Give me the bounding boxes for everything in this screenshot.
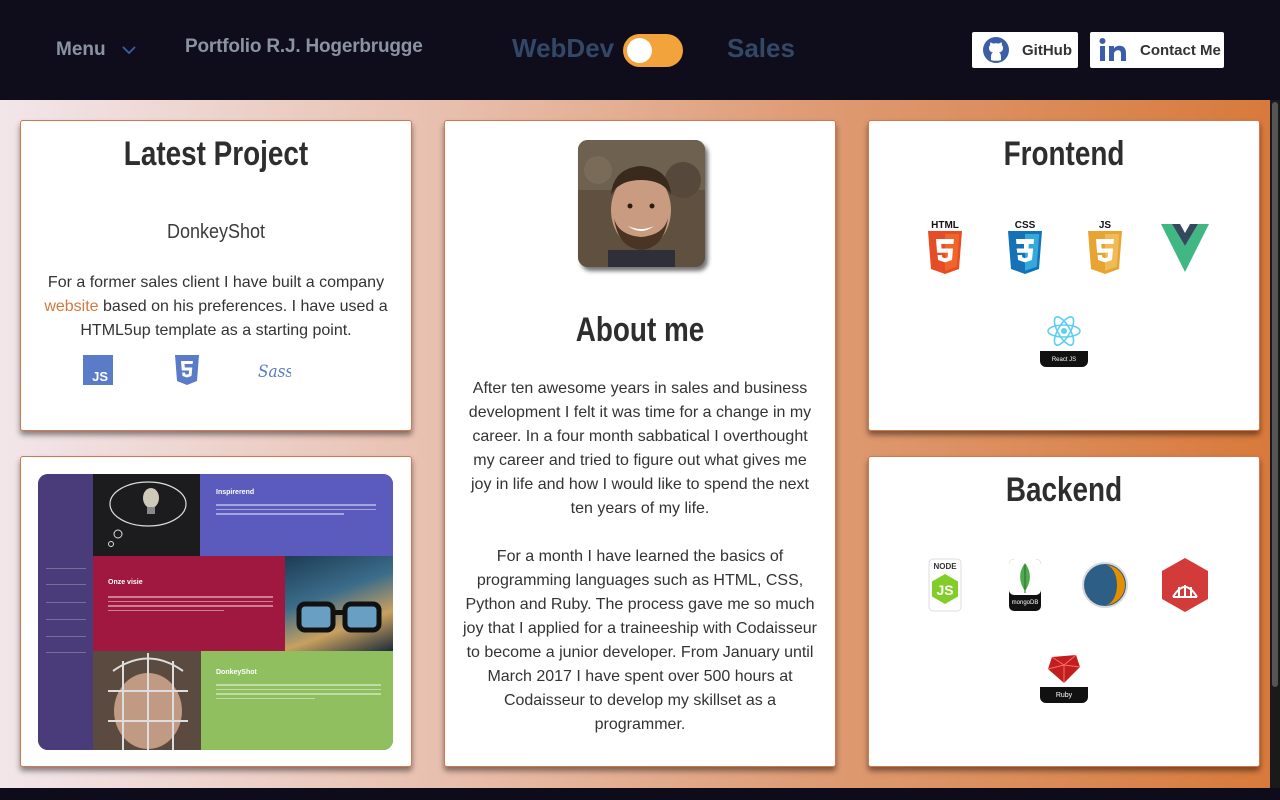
github-button[interactable]: GitHub	[972, 32, 1078, 68]
preview-block-red: Onze visie	[93, 556, 285, 651]
linkedin-icon	[1099, 38, 1126, 61]
html5-icon	[173, 355, 201, 387]
preview-hockey-photo	[93, 651, 201, 750]
preview-heading-2: Onze visie	[108, 579, 143, 586]
project-preview-image[interactable]: Inspirerend Onze visie DonkeyShot	[38, 474, 393, 750]
mysql-icon	[1077, 557, 1133, 613]
about-paragraph-2: For a month I have learned the basics of…	[463, 548, 817, 733]
project-description: For a former sales client I have built a…	[35, 271, 397, 343]
mode-webdev-label[interactable]: WebDev	[512, 33, 614, 64]
menu-button[interactable]: Menu	[56, 36, 136, 64]
project-preview-card: Inspirerend Onze visie DonkeyShot	[20, 456, 412, 767]
preview-glasses-photo	[285, 556, 393, 651]
mode-toggle[interactable]	[623, 34, 683, 67]
bottom-bar	[0, 788, 1280, 800]
svg-text:JS: JS	[936, 582, 953, 598]
mongodb-icon: mongoDB	[997, 557, 1053, 613]
rails-icon	[1157, 557, 1213, 613]
js-tech-label: JS	[92, 369, 108, 384]
frontend-card: Frontend HTML CSS JS React JS	[868, 120, 1260, 431]
project-name: DonkeyShot	[166, 221, 266, 243]
chevron-down-icon	[121, 45, 136, 54]
css-label: CSS	[1015, 220, 1036, 231]
node-label: NODE	[933, 562, 957, 571]
about-card: About me After ten awesome years in sale…	[444, 120, 836, 767]
site-title[interactable]: Portfolio R.J. Hogerbrugge	[185, 36, 423, 58]
ruby-label: Ruby	[1056, 692, 1073, 699]
latest-project-title: Latest Project	[123, 135, 309, 173]
css3-icon: CSS	[997, 219, 1053, 275]
preview-block-green: DonkeyShot	[201, 651, 393, 750]
scrollbar-thumb[interactable]	[1272, 102, 1278, 687]
menu-label: Menu	[56, 39, 106, 60]
react-label: React JS	[1052, 357, 1076, 363]
latest-project-card: Latest Project DonkeyShot For a former s…	[20, 120, 412, 431]
mode-sales-label[interactable]: Sales	[727, 33, 795, 64]
about-title: About me	[575, 311, 705, 349]
github-label: GitHub	[1022, 41, 1072, 59]
about-paragraph-1: After ten awesome years in sales and bus…	[468, 380, 812, 517]
contact-button[interactable]: Contact Me	[1090, 32, 1224, 68]
nodejs-icon: NODE JS	[917, 557, 973, 613]
about-text: After ten awesome years in sales and bus…	[461, 377, 819, 737]
project-desc-text-2: based on his preferences. I have used a …	[80, 298, 388, 339]
sass-icon: Sass	[257, 355, 293, 387]
avatar	[578, 140, 705, 267]
preview-bulb-photo	[93, 474, 200, 556]
preview-sidebar	[38, 474, 93, 750]
backend-title: Backend	[1005, 471, 1123, 509]
project-website-link[interactable]: website	[44, 298, 98, 315]
ruby-icon: Ruby	[1040, 647, 1088, 703]
github-icon	[983, 37, 1009, 63]
js-label: JS	[1099, 220, 1112, 231]
frontend-title: Frontend	[1003, 135, 1125, 173]
javascript-icon: JS	[1077, 219, 1133, 275]
preview-heading-1: Inspirerend	[216, 489, 255, 496]
backend-card: Backend NODE JS mongoDB Ruby	[868, 456, 1260, 767]
mongo-label: mongoDB	[1012, 600, 1039, 606]
html-label: HTML	[931, 220, 959, 231]
js-icon: JS	[83, 355, 113, 387]
toggle-knob	[627, 38, 652, 63]
html5-icon: HTML	[917, 219, 973, 275]
sass-tech-label: Sass	[258, 362, 291, 382]
navbar: Menu Portfolio R.J. Hogerbrugge WebDev S…	[0, 0, 1280, 100]
contact-label: Contact Me	[1140, 41, 1221, 59]
preview-block-blue: Inspirerend	[200, 474, 393, 556]
project-desc-text: For a former sales client I have built a…	[47, 274, 385, 291]
preview-heading-3: DonkeyShot	[216, 669, 257, 676]
react-icon: React JS	[1040, 311, 1088, 367]
vue-icon	[1157, 223, 1213, 279]
